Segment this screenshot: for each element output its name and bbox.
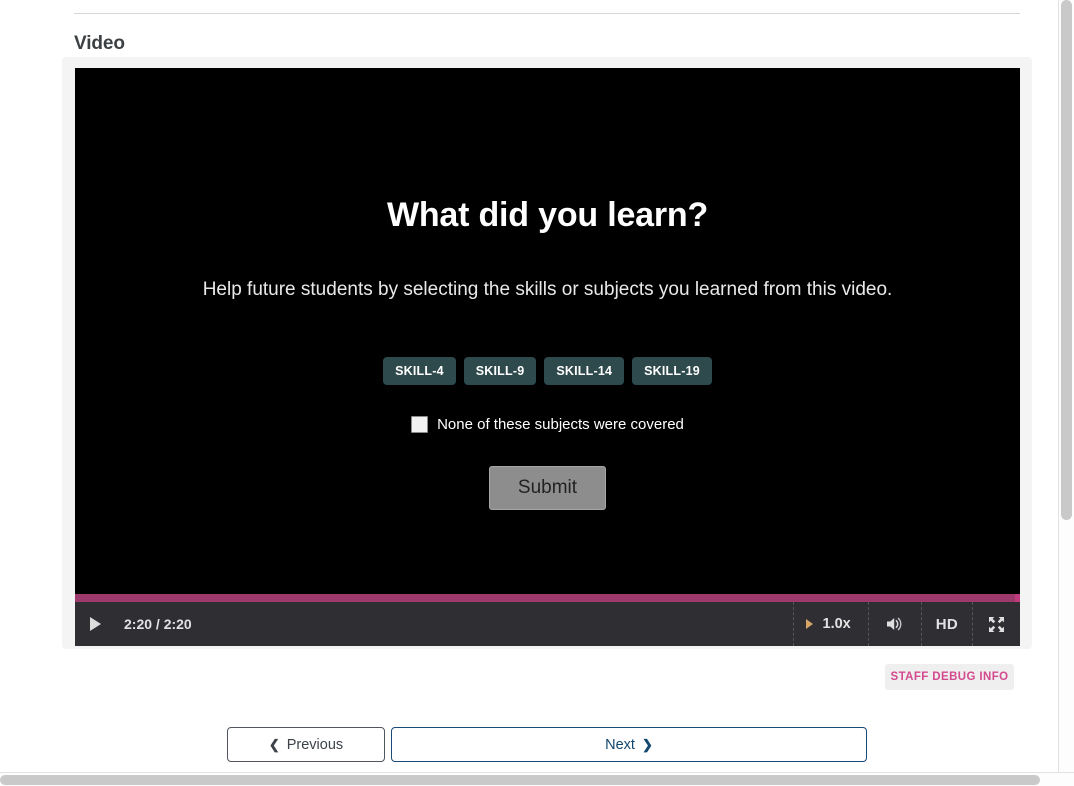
none-of-these-label: None of these subjects were covered (437, 416, 684, 433)
previous-button-label: Previous (287, 737, 343, 753)
quality-hd-label: HD (936, 616, 958, 633)
section-divider (74, 13, 1020, 14)
staff-debug-info-button[interactable]: STAFF DEBUG INFO (885, 664, 1014, 690)
vertical-scrollbar[interactable] (1058, 0, 1074, 772)
skill-chip-2[interactable]: SKILL-9 (464, 357, 537, 385)
next-button[interactable]: Next ❯ (391, 727, 867, 762)
skill-chips-row: SKILL-4 SKILL-9 SKILL-14 SKILL-19 (75, 357, 1020, 385)
play-pause-button[interactable] (75, 602, 115, 646)
control-bar-right-group: 1.0x HD (793, 602, 1021, 646)
chevron-left-icon: ❮ (269, 738, 280, 751)
chevron-right-icon: ❯ (642, 738, 653, 751)
caret-right-icon (806, 619, 813, 629)
none-of-these-row: None of these subjects were covered (75, 416, 1020, 433)
previous-button[interactable]: ❮ Previous (227, 727, 385, 762)
video-progress-bar[interactable] (75, 594, 1020, 602)
overlay-title: What did you learn? (75, 196, 1020, 235)
video-progress-fill (75, 594, 1020, 602)
course-unit-page: Video What did you learn? Help future st… (0, 0, 1074, 786)
submit-button[interactable]: Submit (489, 466, 606, 510)
speaker-volume-icon (885, 615, 905, 633)
skill-chip-4[interactable]: SKILL-19 (632, 357, 712, 385)
none-of-these-checkbox[interactable] (411, 416, 428, 433)
skill-chip-1[interactable]: SKILL-4 (383, 357, 456, 385)
video-control-bar: 2:20 / 2:20 1.0x HD (75, 602, 1020, 646)
overlay-subtitle: Help future students by selecting the sk… (75, 276, 1020, 304)
volume-button[interactable] (868, 602, 921, 646)
quality-hd-button[interactable]: HD (921, 602, 972, 646)
page-title: Video (74, 33, 125, 55)
playback-speed-button[interactable]: 1.0x (793, 602, 868, 646)
time-display: 2:20 / 2:20 (124, 616, 192, 632)
fullscreen-button[interactable] (972, 602, 1020, 646)
horizontal-scrollbar[interactable] (0, 772, 1074, 786)
video-stage[interactable]: What did you learn? Help future students… (75, 68, 1020, 594)
video-progress-handle[interactable] (1015, 594, 1020, 602)
next-button-label: Next (605, 737, 635, 753)
submit-row: Submit (75, 466, 1020, 510)
playback-speed-label: 1.0x (823, 616, 851, 632)
play-triangle-icon (90, 617, 101, 631)
vertical-scrollbar-thumb[interactable] (1061, 0, 1072, 520)
video-player[interactable]: What did you learn? Help future students… (75, 68, 1020, 646)
horizontal-scrollbar-thumb[interactable] (0, 775, 1040, 785)
skill-chip-3[interactable]: SKILL-14 (544, 357, 624, 385)
fullscreen-expand-icon (988, 616, 1005, 633)
